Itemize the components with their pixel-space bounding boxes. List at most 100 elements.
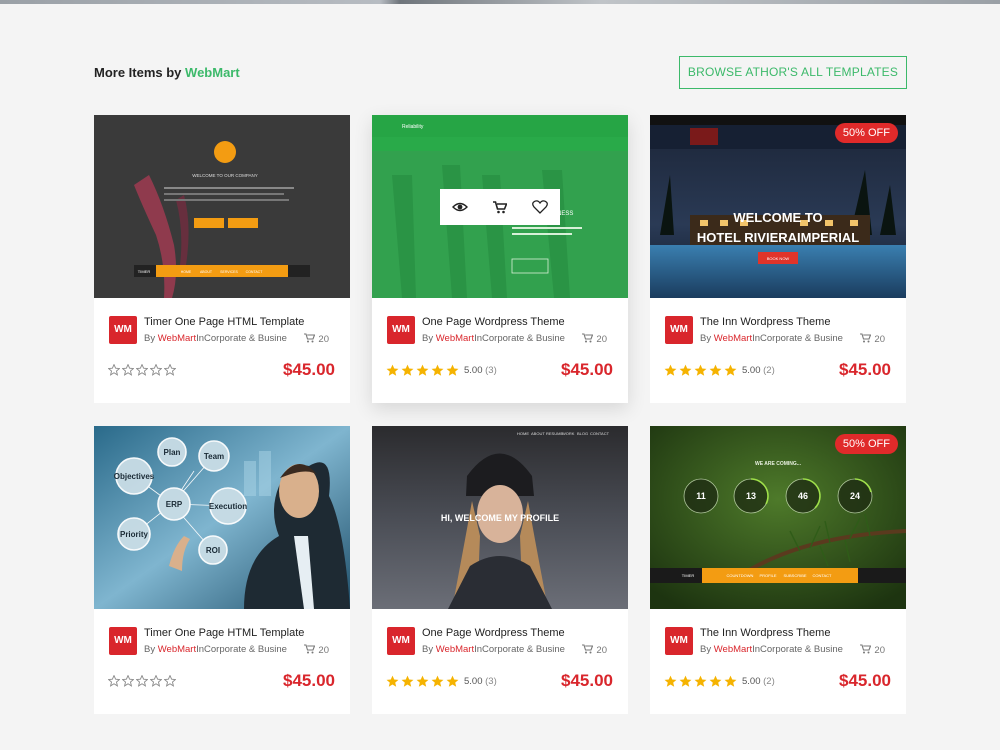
- sales-count: 20: [582, 644, 607, 657]
- svg-text:ABOUT: ABOUT: [200, 270, 213, 274]
- product-card[interactable]: WELCOME TO OUR COMPANY TIMER HOME ABOUT …: [94, 115, 350, 403]
- rating-count: (2): [763, 365, 775, 376]
- cart-icon: [304, 644, 316, 657]
- heart-icon[interactable]: [528, 195, 552, 219]
- svg-text:SUBSCRIBE: SUBSCRIBE: [783, 573, 806, 578]
- discount-badge: 50% OFF: [834, 123, 898, 143]
- sales-count: 20: [304, 644, 329, 657]
- star-icon: [679, 675, 692, 687]
- svg-text:RESUME: RESUME: [546, 431, 563, 436]
- category-link[interactable]: InCorporate & Busine: [752, 333, 843, 344]
- product-price: $45.00: [839, 671, 891, 690]
- product-card[interactable]: WELCOME TO HOTEL RIVIERAIMPERIAL BOOK NO…: [650, 115, 906, 403]
- product-thumbnail[interactable]: WE ARE COMING... 11 13 46 24 TIMER COUNT…: [650, 426, 906, 609]
- svg-text:24: 24: [850, 491, 860, 501]
- category-link[interactable]: InCorporate & Busine: [196, 333, 287, 344]
- product-info: WM One Page Wordpress Theme By WebMartIn…: [372, 609, 628, 714]
- author-link[interactable]: WebMart: [158, 644, 196, 655]
- product-info: WM The Inn Wordpress Theme By WebMartInC…: [650, 298, 906, 403]
- product-thumbnail[interactable]: Reliability NESS: [372, 115, 628, 298]
- product-byline: By WebMartInCorporate & Busine: [144, 333, 287, 344]
- rating-score: 5.00: [464, 676, 486, 687]
- product-title[interactable]: One Page Wordpress Theme: [422, 627, 565, 639]
- author-link[interactable]: WebMart: [714, 644, 752, 655]
- rating-score: 5.00: [742, 365, 764, 376]
- star-icon: [446, 675, 459, 687]
- rating-score: 5.00: [742, 676, 764, 687]
- svg-text:13: 13: [746, 491, 756, 501]
- star-icon: [694, 675, 707, 687]
- eye-icon[interactable]: [448, 195, 472, 219]
- byline-prefix: By: [700, 644, 712, 655]
- star-icon: [431, 364, 444, 376]
- svg-text:TIMER: TIMER: [682, 573, 695, 578]
- svg-text:WELCOME TO OUR COMPANY: WELCOME TO OUR COMPANY: [192, 173, 258, 178]
- product-info: WM One Page Wordpress Theme By WebMartIn…: [372, 298, 628, 403]
- rating-count: (3): [485, 365, 497, 376]
- product-price: $45.00: [561, 360, 613, 379]
- rating-score: 5.00: [464, 365, 486, 376]
- product-card[interactable]: HOME ABOUT RESUME WORK BLOG CONTACT HI, …: [372, 426, 628, 714]
- category-link[interactable]: InCorporate & Busine: [752, 644, 843, 655]
- star-icon: [694, 364, 707, 376]
- sales-value: 20: [596, 334, 607, 345]
- star-icon: [164, 364, 176, 376]
- svg-text:HOME: HOME: [517, 431, 529, 436]
- author-link[interactable]: WebMart: [714, 333, 752, 344]
- category-link[interactable]: InCorporate & Busine: [474, 333, 565, 344]
- author-link[interactable]: WebMart: [436, 644, 474, 655]
- star-icon: [709, 364, 722, 376]
- product-thumbnail[interactable]: WELCOME TO OUR COMPANY TIMER HOME ABOUT …: [94, 115, 350, 298]
- product-thumbnail[interactable]: WELCOME TO HOTEL RIVIERAIMPERIAL BOOK NO…: [650, 115, 906, 298]
- category-link[interactable]: InCorporate & Busine: [196, 644, 287, 655]
- category-link[interactable]: InCorporate & Busine: [474, 644, 565, 655]
- svg-text:HOTEL RIVIERAIMPERIAL: HOTEL RIVIERAIMPERIAL: [697, 230, 859, 245]
- discount-badge: 50% OFF: [834, 434, 898, 454]
- product-card[interactable]: Reliability NESS WM One Page Wordpress T…: [372, 115, 628, 403]
- star-icon: [401, 364, 414, 376]
- star-icon: [136, 675, 148, 687]
- quick-actions: [440, 189, 560, 225]
- svg-text:SERVICES: SERVICES: [220, 270, 238, 274]
- sales-count: 20: [860, 644, 885, 657]
- star-icon: [136, 364, 148, 376]
- product-card[interactable]: Objectives Plan Team ERP Execution Prior…: [94, 426, 350, 714]
- product-title[interactable]: The Inn Wordpress Theme: [700, 316, 830, 328]
- svg-text:Priority: Priority: [120, 530, 149, 539]
- sales-count: 20: [582, 333, 607, 346]
- product-title[interactable]: The Inn Wordpress Theme: [700, 627, 830, 639]
- product-price: $45.00: [839, 360, 891, 379]
- byline-prefix: By: [700, 333, 712, 344]
- svg-text:11: 11: [696, 491, 706, 501]
- product-title[interactable]: One Page Wordpress Theme: [422, 316, 565, 328]
- star-icon: [150, 675, 162, 687]
- product-title[interactable]: Timer One Page HTML Template: [144, 316, 304, 328]
- product-title[interactable]: Timer One Page HTML Template: [144, 627, 304, 639]
- product-card[interactable]: WE ARE COMING... 11 13 46 24 TIMER COUNT…: [650, 426, 906, 714]
- svg-text:Team: Team: [204, 452, 224, 461]
- product-info: WM The Inn Wordpress Theme By WebMartInC…: [650, 609, 906, 714]
- svg-text:WELCOME TO: WELCOME TO: [733, 210, 822, 225]
- product-price: $45.00: [283, 671, 335, 690]
- cart-icon[interactable]: [488, 195, 512, 219]
- svg-text:COUNTDOWN: COUNTDOWN: [727, 573, 754, 578]
- star-icon: [679, 364, 692, 376]
- svg-text:HI, WELCOME MY PROFILE: HI, WELCOME MY PROFILE: [441, 513, 559, 523]
- product-byline: By WebMartInCorporate & Busine: [422, 333, 565, 344]
- star-icon: [724, 675, 737, 687]
- star-icon: [724, 364, 737, 376]
- product-thumbnail[interactable]: HOME ABOUT RESUME WORK BLOG CONTACT HI, …: [372, 426, 628, 609]
- star-icon: [709, 675, 722, 687]
- star-icon: [108, 675, 120, 687]
- author-link[interactable]: WebMart: [158, 333, 196, 344]
- svg-text:Reliability: Reliability: [402, 124, 424, 130]
- cart-icon: [582, 644, 594, 657]
- svg-text:CONTACT: CONTACT: [812, 573, 832, 578]
- product-thumbnail[interactable]: Objectives Plan Team ERP Execution Prior…: [94, 426, 350, 609]
- section-title-brand[interactable]: WebMart: [185, 65, 240, 80]
- product-price: $45.00: [561, 671, 613, 690]
- svg-text:Objectives: Objectives: [114, 472, 155, 481]
- browse-all-templates-button[interactable]: BROWSE ATHOR'S ALL TEMPLATES: [679, 56, 907, 89]
- author-link[interactable]: WebMart: [436, 333, 474, 344]
- cart-icon: [582, 333, 594, 346]
